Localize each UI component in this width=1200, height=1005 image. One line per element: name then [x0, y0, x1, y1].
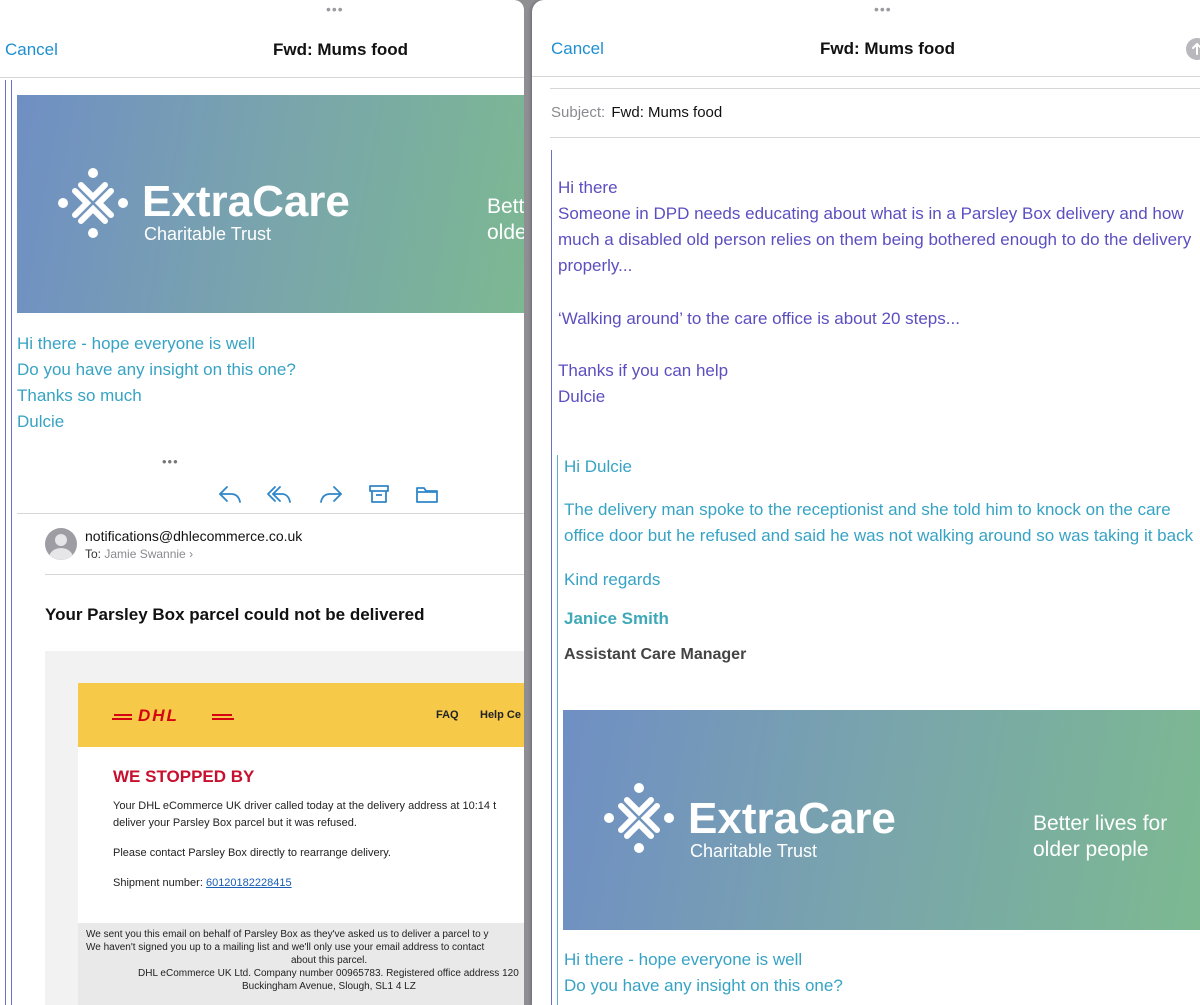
navbar-divider [532, 76, 1200, 77]
body-line: Someone in DPD needs educating about wha… [558, 204, 1184, 223]
body-line: much a disabled old person relies on the… [558, 230, 1192, 249]
compose-title: Fwd: Mums food [820, 39, 956, 58]
shipment-number-link[interactable]: 60120182228415 [206, 877, 292, 889]
extracare-logo-icon [58, 168, 128, 238]
subject-field[interactable]: Subject: Fwd: Mums food [551, 104, 722, 121]
quote-bar-inner [557, 455, 558, 1005]
body-line: properly... [558, 256, 633, 275]
quote-greeting: Hi Dulcie [564, 457, 633, 476]
banner-tagline-1: Bett [487, 195, 524, 218]
compose-title: Fwd: Mums food [273, 40, 409, 59]
quote-bar-inner [11, 80, 12, 1005]
forward-icon[interactable] [318, 483, 344, 505]
extracare-subtitle: Charitable Trust [690, 841, 818, 861]
subject-value: Fwd: Mums food [611, 104, 723, 121]
extracare-subtitle: Charitable Trust [144, 224, 272, 244]
arrow-up-icon [1192, 43, 1200, 55]
footer-line: DHL eCommerce UK Ltd. Company number 009… [138, 968, 519, 979]
shipment-label: Shipment number: [113, 877, 203, 889]
body-line: Dulcie [17, 412, 65, 431]
banner-tagline-2: older people [1033, 838, 1149, 861]
sender-divider [45, 574, 524, 575]
recipient-name: Jamie Swannie [104, 547, 186, 561]
dhl-footer: We sent you this email on behalf of Pars… [78, 923, 524, 1005]
grabber-handle[interactable]: ••• [874, 2, 892, 16]
folder-icon[interactable] [414, 483, 440, 505]
banner-tagline-2: olde [487, 221, 524, 244]
signature-name: Janice Smith [564, 609, 669, 628]
sender-email: notifications@dhlecommerce.co.uk [85, 528, 303, 544]
grabber-handle[interactable]: ••• [326, 2, 344, 16]
footer-line: about this parcel. [291, 955, 368, 966]
body-line: Dulcie [558, 387, 606, 406]
subject-divider [550, 137, 1200, 138]
dhl-nav-help[interactable]: Help Ce [480, 709, 521, 721]
quote-line: The delivery man spoke to the receptioni… [564, 500, 1171, 519]
reply-icon[interactable] [217, 483, 243, 505]
dhl-email-card: DHL FAQ Help Ce WE STOPPED BY Your DHL e… [45, 651, 524, 1005]
to-label: To: [85, 547, 102, 561]
quote-bar-outer [5, 80, 6, 1005]
recipient-line[interactable]: To: Jamie Swannie › [85, 547, 193, 561]
body-line: ‘Walking around’ to the care office is a… [558, 309, 960, 328]
extracare-wordmark: ExtraCare [688, 794, 896, 843]
extracare-banner: ExtraCare Charitable Trust Bett olde [17, 95, 524, 313]
body-line: Thanks if you can help [558, 361, 729, 380]
right-compose-sheet: ••• Cancel Fwd: Mums food Subject: Fwd: … [532, 0, 1200, 1005]
dhl-title: WE STOPPED BY [113, 767, 255, 786]
extracare-wordmark: ExtraCare [142, 177, 350, 226]
body-line: Hi there - hope everyone is well [17, 334, 256, 353]
footer-line: Buckingham Avenue, Slough, SL1 4 LZ [242, 981, 416, 992]
signature-role: Assistant Care Manager [564, 646, 747, 663]
navbar-divider [0, 77, 524, 78]
quote-regards: Kind regards [564, 570, 661, 589]
subject-label: Subject: [551, 104, 606, 121]
reply-all-icon[interactable] [266, 483, 292, 505]
body-line: Hi there - hope everyone is well [564, 950, 803, 969]
avatar [45, 528, 77, 560]
body-line: Hi there [558, 178, 618, 197]
dhl-logo-icon: DHL [112, 706, 234, 725]
more-icon[interactable]: ••• [162, 454, 179, 469]
cancel-button[interactable]: Cancel [551, 39, 604, 59]
dhl-nav-faq[interactable]: FAQ [436, 709, 459, 721]
dhl-email-content: DHL FAQ Help Ce WE STOPPED BY Your DHL e… [78, 683, 524, 1005]
footer-line: We haven't signed you up to a mailing li… [86, 942, 485, 953]
dhl-header: DHL FAQ Help Ce [78, 683, 524, 747]
dhl-paragraph-1b: deliver your Parsley Box parcel but it w… [113, 817, 357, 829]
header-divider [550, 88, 1200, 89]
body-line: Thanks so much [17, 386, 142, 405]
extracare-logo-icon [604, 783, 674, 853]
left-compose-sheet: ••• Cancel Fwd: Mums food ExtraCare Char… [0, 0, 524, 1005]
dhl-paragraph-2: Please contact Parsley Box directly to r… [113, 847, 391, 859]
banner-tagline-1: Better lives for [1033, 812, 1168, 835]
body-line: Do you have any insight on this one? [564, 976, 843, 995]
quote-bar-outer [551, 150, 552, 1005]
dhl-paragraph-1a: Your DHL eCommerce UK driver called toda… [113, 800, 497, 812]
shipment-line: Shipment number: 60120182228415 [113, 877, 292, 889]
cancel-button[interactable]: Cancel [5, 40, 58, 60]
body-line: Do you have any insight on this one? [17, 360, 296, 379]
chevron-right-icon: › [189, 547, 194, 561]
dhl-logo-text: DHL [138, 706, 179, 725]
archive-icon[interactable] [366, 483, 392, 505]
send-button[interactable] [1186, 38, 1200, 60]
extracare-banner: ExtraCare Charitable Trust Better lives … [563, 710, 1200, 930]
quote-line: office door but he refused and said he w… [564, 526, 1194, 545]
section-divider [17, 513, 524, 514]
footer-line: We sent you this email on behalf of Pars… [86, 929, 489, 940]
email-heading: Your Parsley Box parcel could not be del… [45, 605, 425, 624]
